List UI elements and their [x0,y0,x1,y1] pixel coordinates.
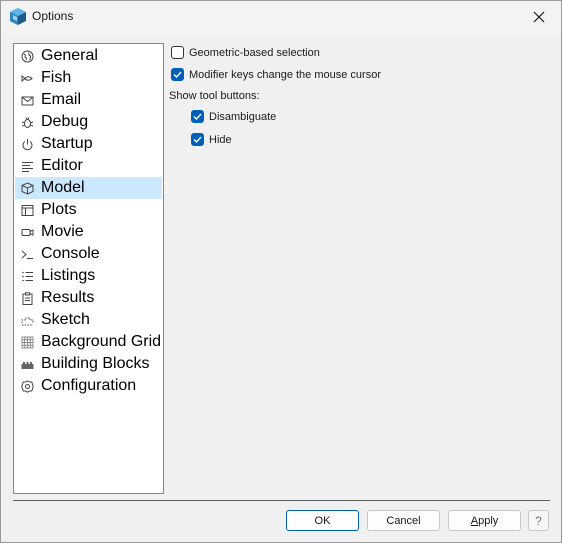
app-cube-icon [10,8,26,25]
envelope-icon [20,93,34,107]
terminal-prompt-icon [20,247,34,261]
power-icon [20,137,34,151]
sidebar-item-label: Startup [41,135,93,152]
sidebar-item-configuration[interactable]: Configuration [15,375,162,397]
disambiguate-checkbox-row[interactable]: Disambiguate [191,110,276,123]
close-button[interactable] [521,3,557,31]
dotted-sketch-icon [20,313,34,327]
fish-icon [20,71,34,85]
dialog-content: General Fish Email Debug Startup Editor … [1,33,561,542]
globe-icon [20,49,34,63]
tool-buttons-heading: Show tool buttons: [169,90,260,102]
checkmark-icon [193,136,202,144]
sidebar-item-model[interactable]: Model [15,177,162,199]
options-category-list[interactable]: General Fish Email Debug Startup Editor … [13,43,164,494]
sidebar-item-label: Configuration [41,377,137,394]
sidebar-item-movie[interactable]: Movie [15,221,162,243]
sidebar-item-background-grid[interactable]: Background Grid [15,331,162,353]
sidebar-item-startup[interactable]: Startup [15,133,162,155]
modifier-keys-checkbox[interactable] [171,68,184,81]
geometric-selection-checkbox-row[interactable]: Geometric-based selection [171,46,320,59]
bug-icon [20,115,34,129]
panel-layout-icon [20,203,34,217]
title-bar: Options [1,1,561,33]
sidebar-item-label: Model [41,179,85,196]
sidebar-item-label: Listings [41,267,96,284]
cube-icon [20,181,34,195]
text-lines-icon [20,159,34,173]
sidebar-item-label: Sketch [41,311,90,328]
geometric-selection-label: Geometric-based selection [189,46,320,59]
modifier-keys-checkbox-row[interactable]: Modifier keys change the mouse cursor [171,68,381,81]
sidebar-item-email[interactable]: Email [15,89,162,111]
checkmark-icon [193,113,202,121]
gear-icon [20,379,34,393]
cancel-button[interactable]: Cancel [367,510,440,531]
sidebar-item-label: Results [41,289,95,306]
hide-label: Hide [209,133,232,146]
sidebar-item-label: Movie [41,223,84,240]
modifier-keys-label: Modifier keys change the mouse cursor [189,68,381,81]
apply-button[interactable]: Apply [448,510,521,531]
sidebar-item-label: Email [41,91,82,108]
clipboard-icon [20,291,34,305]
checkmark-icon [173,71,182,79]
disambiguate-checkbox[interactable] [191,110,204,123]
options-dialog: Options General Fish Email Debug Startup… [0,0,562,543]
geometric-selection-checkbox[interactable] [171,46,184,59]
sidebar-item-editor[interactable]: Editor [15,155,162,177]
sidebar-item-label: Editor [41,157,83,174]
sidebar-item-label: Console [41,245,100,262]
sidebar-item-label: Plots [41,201,77,218]
help-button[interactable]: ? [528,510,549,531]
bulleted-list-icon [20,269,34,283]
apply-button-label: Apply [470,514,499,527]
sidebar-item-building-blocks[interactable]: Building Blocks [15,353,162,375]
window-title: Options [32,9,74,23]
hide-checkbox[interactable] [191,133,204,146]
ok-button[interactable]: OK [286,510,359,531]
close-icon [533,11,545,23]
sidebar-item-console[interactable]: Console [15,243,162,265]
sidebar-item-general[interactable]: General [15,45,162,67]
disambiguate-label: Disambiguate [209,110,277,123]
blocks-icon [20,357,34,371]
sidebar-item-label: Debug [41,113,89,130]
sidebar-item-results[interactable]: Results [15,287,162,309]
sidebar-item-plots[interactable]: Plots [15,199,162,221]
grid-icon [20,335,34,349]
model-options-panel: Geometric-based selection Modifier keys … [169,43,554,493]
sidebar-item-debug[interactable]: Debug [15,111,162,133]
sidebar-item-label: Fish [41,69,72,86]
sidebar-item-label: Background Grid [41,333,162,350]
sidebar-item-label: General [41,47,98,64]
sidebar-item-sketch[interactable]: Sketch [15,309,162,331]
hide-checkbox-row[interactable]: Hide [191,133,232,146]
video-camera-icon [20,225,34,239]
sidebar-item-fish[interactable]: Fish [15,67,162,89]
sidebar-item-label: Building Blocks [41,355,150,372]
sidebar-item-listings[interactable]: Listings [15,265,162,287]
button-separator [13,500,550,501]
